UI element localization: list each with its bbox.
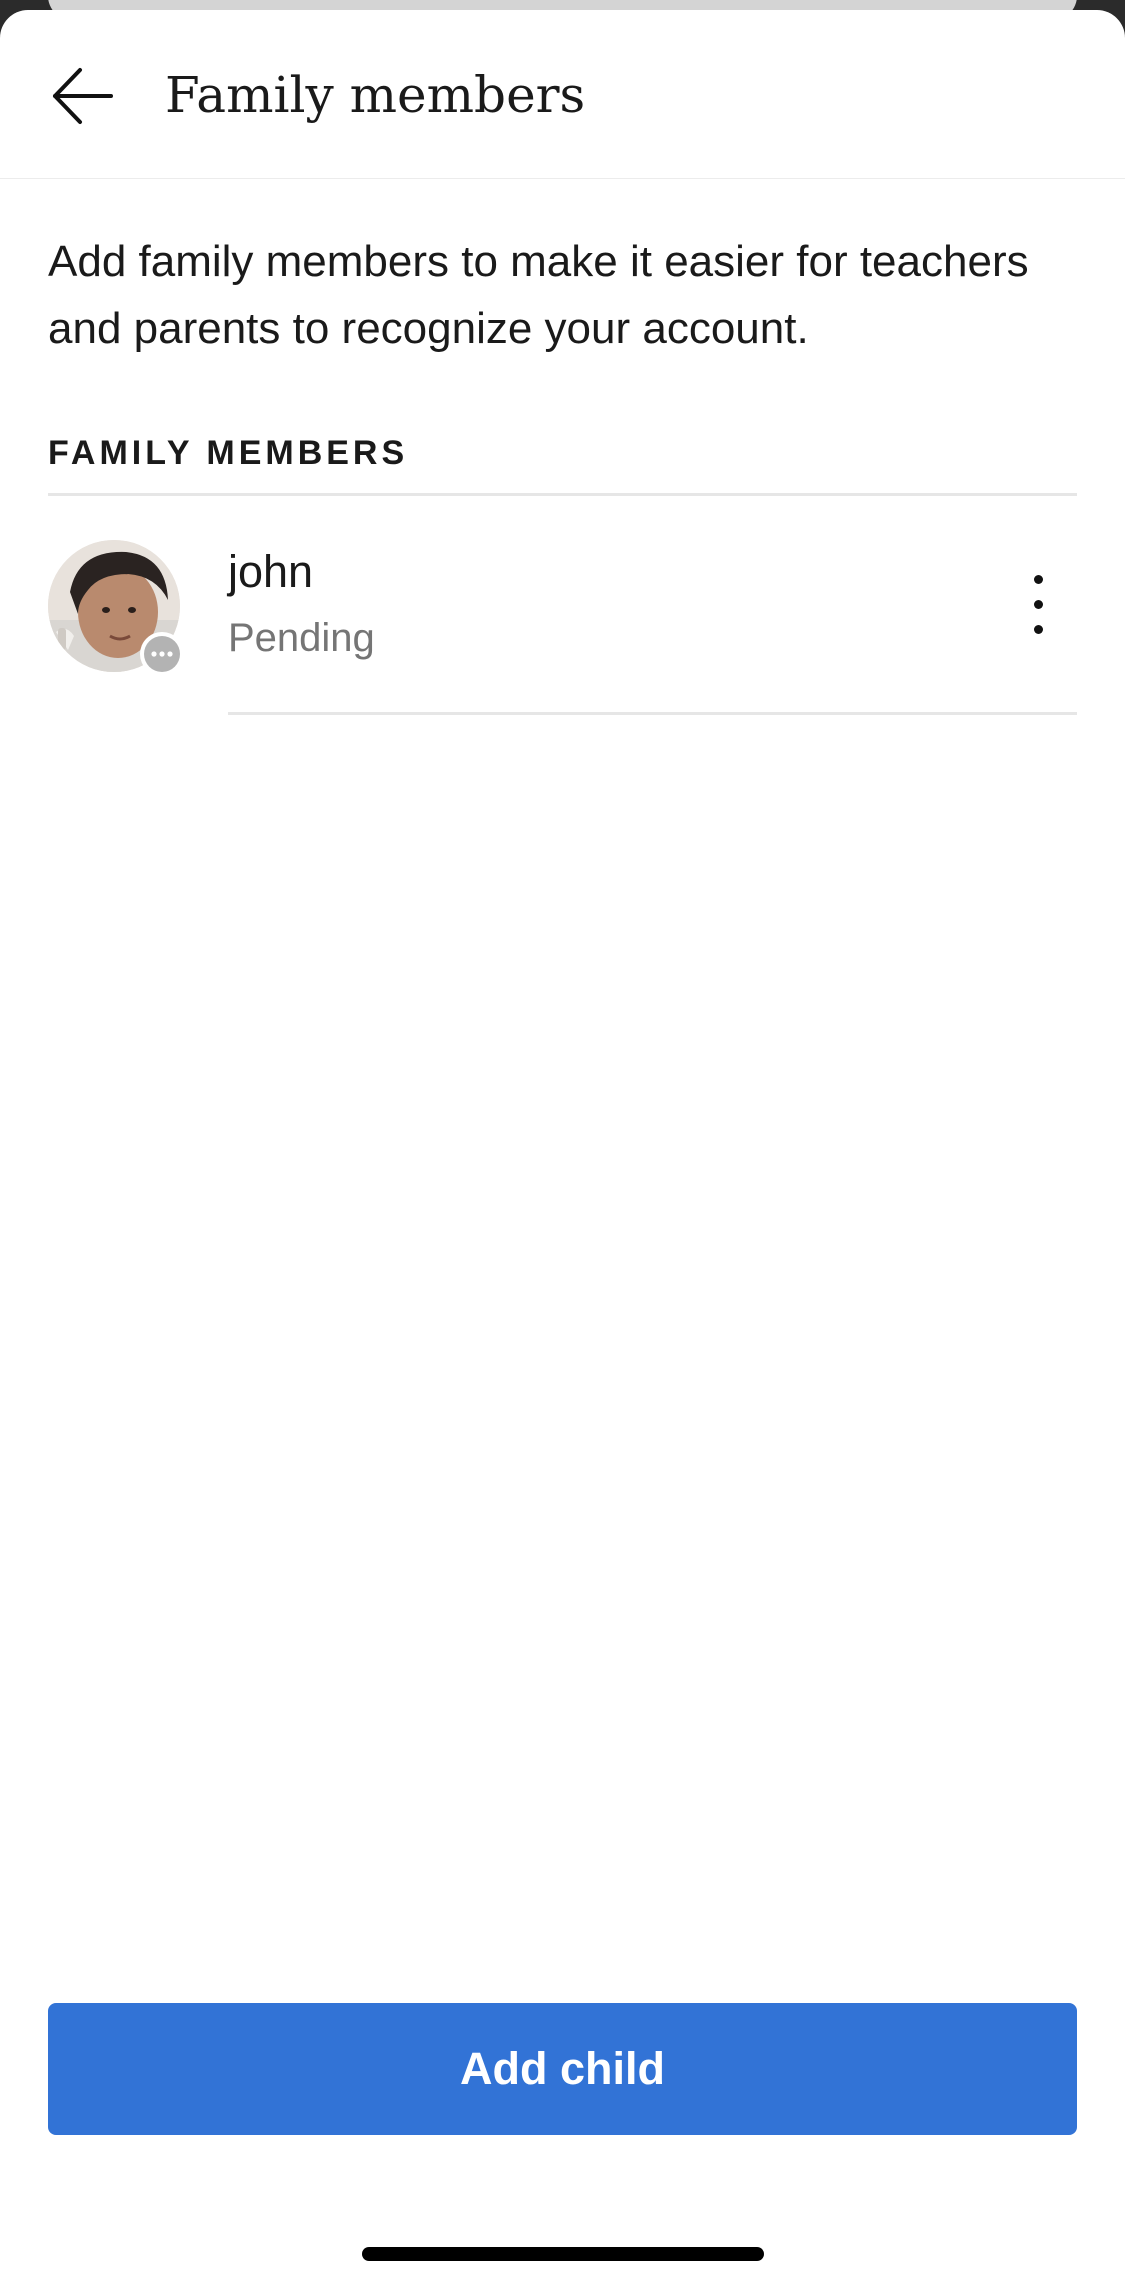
row-divider — [228, 712, 1077, 715]
description-text: Add family members to make it easier for… — [48, 237, 1029, 353]
more-vertical-icon[interactable] — [1008, 556, 1068, 652]
section-label-family-members: FAMILY MEMBERS — [48, 434, 409, 472]
member-name: john — [228, 546, 314, 597]
home-indicator — [362, 2247, 764, 2261]
ellipsis-icon — [144, 636, 180, 672]
family-member-row[interactable]: john Pending — [48, 496, 1077, 712]
add-child-button[interactable]: Add child — [48, 2003, 1077, 2135]
family-members-sheet: Family members Add family members to mak… — [0, 10, 1125, 2284]
arrow-left-icon — [53, 68, 113, 124]
back-button[interactable] — [40, 54, 124, 138]
member-status: Pending — [228, 616, 375, 660]
page-title: Family members — [165, 66, 586, 124]
pending-status-indicator — [140, 632, 184, 676]
header: Family members — [0, 10, 1125, 179]
